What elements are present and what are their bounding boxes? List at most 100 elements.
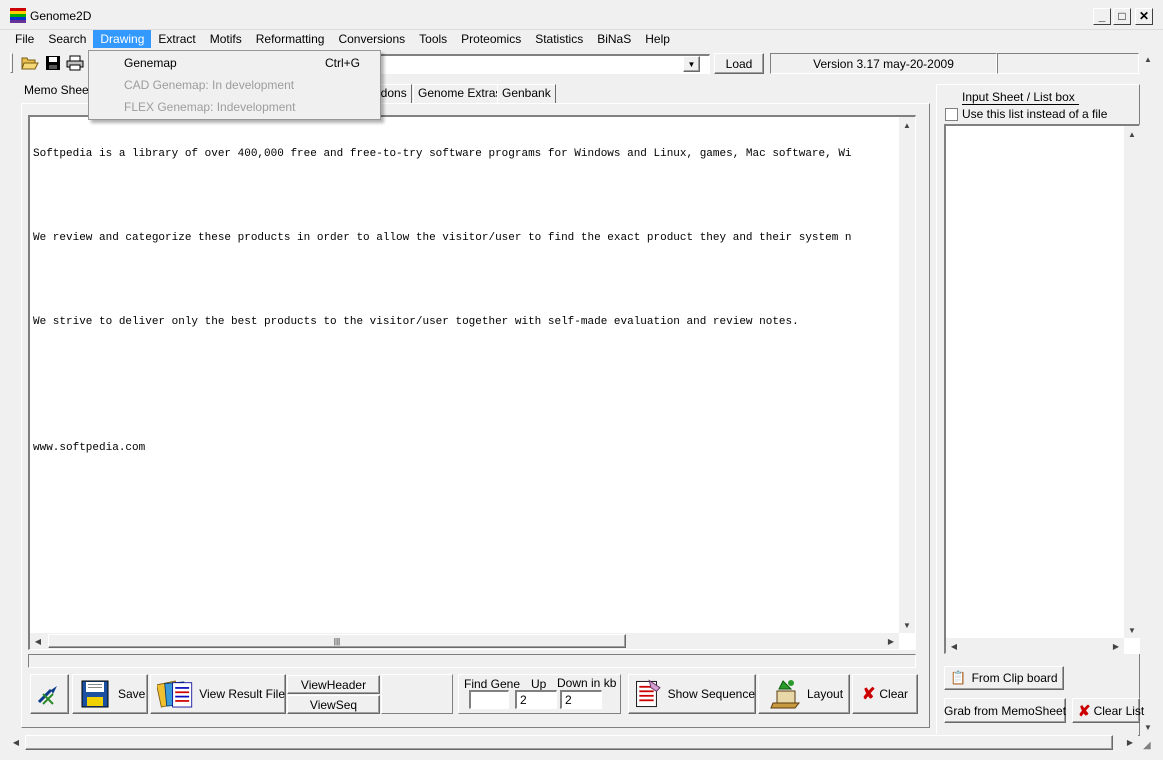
- clear-list-button[interactable]: ✘ Clear List: [1072, 698, 1144, 723]
- grab-from-memosheet-button[interactable]: Grab from MemoSheet: [944, 698, 1066, 723]
- menu-file[interactable]: File: [8, 30, 41, 48]
- input-listbox[interactable]: ▲ ▼ ◀ ▶: [944, 124, 1140, 654]
- tab-genbank[interactable]: Genbank: [497, 84, 556, 103]
- print-icon[interactable]: [65, 53, 85, 73]
- close-button[interactable]: ✕: [1135, 8, 1153, 25]
- bottom-toolbar-blank-panel: [381, 674, 453, 714]
- memo-line: [33, 273, 899, 287]
- view-result-file-label: View Result File: [199, 687, 285, 701]
- menu-motifs[interactable]: Motifs: [203, 30, 249, 48]
- size-grip[interactable]: ◢: [1143, 740, 1157, 754]
- pointer-cross-icon: [37, 686, 57, 705]
- view-seq-button[interactable]: ViewSeq: [287, 695, 380, 714]
- window-vertical-scrollbar[interactable]: ▲ ▼: [1140, 51, 1156, 735]
- layout-label: Layout: [807, 687, 844, 701]
- version-label: Version 3.17 may-20-2009: [770, 53, 997, 74]
- memo-scroll-right-icon[interactable]: ▶: [883, 633, 899, 649]
- window-scroll-right-icon[interactable]: ▶: [1122, 734, 1138, 751]
- tab-memo-sheet[interactable]: Memo Sheet: [20, 82, 96, 103]
- menu-bar: File Search Drawing Extract Motifs Refor…: [8, 30, 677, 48]
- layout-button[interactable]: Layout: [758, 674, 850, 714]
- maximize-button[interactable]: □: [1113, 8, 1131, 25]
- clear-x-icon: ✘: [861, 686, 876, 703]
- memo-line: [33, 189, 899, 203]
- down-in-kb-label: Down in kb: [557, 676, 617, 690]
- menu-extract[interactable]: Extract: [151, 30, 202, 48]
- save-disk-icon[interactable]: [43, 53, 63, 73]
- clear-button[interactable]: ✘ Clear: [852, 674, 918, 714]
- clipboard-icon: 📋: [950, 670, 967, 685]
- memo-scroll-up-icon[interactable]: ▲: [899, 117, 915, 133]
- memo-line: Softpedia is a library of over 400,000 f…: [33, 148, 852, 160]
- menu-binas[interactable]: BiNaS: [590, 30, 638, 48]
- tab-genome-extras[interactable]: Genome Extras: [413, 84, 507, 103]
- show-sequence-label: Show Sequence: [667, 687, 755, 701]
- use-list-checkbox-label[interactable]: Use this list instead of a file: [962, 107, 1107, 121]
- menu-statistics[interactable]: Statistics: [528, 30, 590, 48]
- layout-easel-icon: [770, 680, 801, 709]
- app-icon: [10, 8, 26, 23]
- from-clipboard-button[interactable]: 📋 From Clip board: [944, 666, 1064, 690]
- memo-line: [33, 357, 899, 371]
- memo-line: [33, 399, 899, 413]
- menu-search[interactable]: Search: [41, 30, 93, 48]
- genemap-shortcut: Ctrl+G: [325, 56, 361, 70]
- clear-list-x-icon: ✘: [1078, 702, 1091, 720]
- drawing-dropdown-menu: Genemap Ctrl+G CAD Genemap: In developme…: [88, 50, 381, 120]
- up-label: Up: [531, 677, 547, 691]
- use-list-checkbox[interactable]: [945, 108, 958, 121]
- down-in-kb-input[interactable]: 2: [560, 690, 602, 709]
- menu-help[interactable]: Help: [638, 30, 677, 48]
- input-sheet-title: Input Sheet / List box: [962, 90, 1079, 105]
- open-folder-icon[interactable]: [20, 53, 40, 73]
- view-result-file-button[interactable]: View Result File: [150, 674, 286, 714]
- listbox-scroll-down-icon[interactable]: ▼: [1124, 622, 1140, 638]
- memo-vertical-scrollbar[interactable]: ▲ ▼: [899, 117, 915, 633]
- menu-reformatting[interactable]: Reformatting: [249, 30, 332, 48]
- window-title: Genome2D: [30, 9, 92, 23]
- window-scroll-left-icon[interactable]: ◀: [8, 734, 24, 751]
- scroll-down-arrow-icon[interactable]: ▼: [1140, 719, 1156, 735]
- load-button[interactable]: Load: [714, 53, 764, 74]
- clear-list-label: Clear List: [1093, 703, 1145, 718]
- up-input[interactable]: 2: [515, 690, 557, 709]
- find-gene-input[interactable]: [469, 690, 509, 709]
- save-disk-icon: [81, 680, 109, 708]
- memo-scroll-thumb[interactable]: |||: [48, 634, 626, 648]
- menu-drawing[interactable]: Drawing: [93, 30, 152, 48]
- memo-textarea[interactable]: Softpedia is a library of over 400,000 f…: [28, 115, 916, 650]
- menu-item-flex-genemap[interactable]: FLEX Genemap: Indevelopment: [124, 100, 295, 114]
- menu-item-cad-genemap[interactable]: CAD Genemap: In development: [124, 78, 294, 92]
- select-tool-button[interactable]: [30, 674, 69, 714]
- show-sequence-button[interactable]: Show Sequence: [628, 674, 756, 714]
- clear-label: Clear: [879, 687, 909, 701]
- memo-horizontal-scrollbar[interactable]: ◀ ||| ▶: [30, 633, 899, 649]
- combo-dropdown-button[interactable]: ▼: [683, 56, 700, 72]
- sequence-combo[interactable]: [378, 54, 710, 74]
- listbox-vertical-scrollbar[interactable]: ▲ ▼: [1124, 126, 1140, 638]
- view-header-button[interactable]: ViewHeader: [287, 675, 380, 694]
- memo-line: www.softpedia.com: [33, 442, 146, 454]
- from-clipboard-label: From Clip board: [971, 671, 1058, 685]
- memo-scroll-down-icon[interactable]: ▼: [899, 617, 915, 633]
- listbox-scroll-up-icon[interactable]: ▲: [1124, 126, 1140, 142]
- menu-item-genemap[interactable]: Genemap: [124, 56, 177, 70]
- memo-status-bar: [28, 654, 916, 668]
- window-horizontal-scrollbar[interactable]: ◀ ▶: [8, 734, 1138, 751]
- listbox-scroll-left-icon[interactable]: ◀: [946, 638, 962, 654]
- menu-conversions[interactable]: Conversions: [331, 30, 412, 48]
- window-scroll-thumb[interactable]: [25, 735, 1113, 750]
- save-button[interactable]: Save: [72, 674, 148, 714]
- toolbar-grip: [10, 53, 13, 73]
- scroll-up-arrow-icon[interactable]: ▲: [1140, 51, 1156, 67]
- menu-tools[interactable]: Tools: [412, 30, 454, 48]
- memo-scroll-left-icon[interactable]: ◀: [30, 633, 46, 649]
- find-gene-label: Find Gene: [464, 677, 521, 691]
- menu-proteomics[interactable]: Proteomics: [454, 30, 528, 48]
- memo-line: We strive to deliver only the best produ…: [33, 316, 799, 328]
- minimize-button[interactable]: _: [1093, 8, 1111, 25]
- listbox-horizontal-scrollbar[interactable]: ◀ ▶: [946, 638, 1124, 654]
- listbox-scroll-right-icon[interactable]: ▶: [1108, 638, 1124, 654]
- save-label: Save: [118, 687, 146, 701]
- sequence-document-icon: [636, 679, 661, 708]
